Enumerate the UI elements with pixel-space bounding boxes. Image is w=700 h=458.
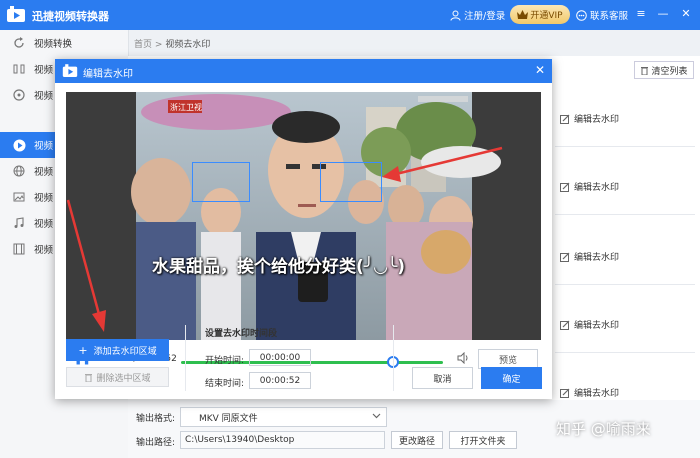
annotation-arrowhead <box>382 166 401 182</box>
zhihu-watermark: 知乎 @喻雨来 <box>556 420 651 438</box>
annotation-arrows <box>66 146 503 332</box>
annotation-arrow <box>66 199 102 319</box>
annotation-arrow <box>395 146 503 176</box>
annotation-arrowhead <box>92 310 106 332</box>
